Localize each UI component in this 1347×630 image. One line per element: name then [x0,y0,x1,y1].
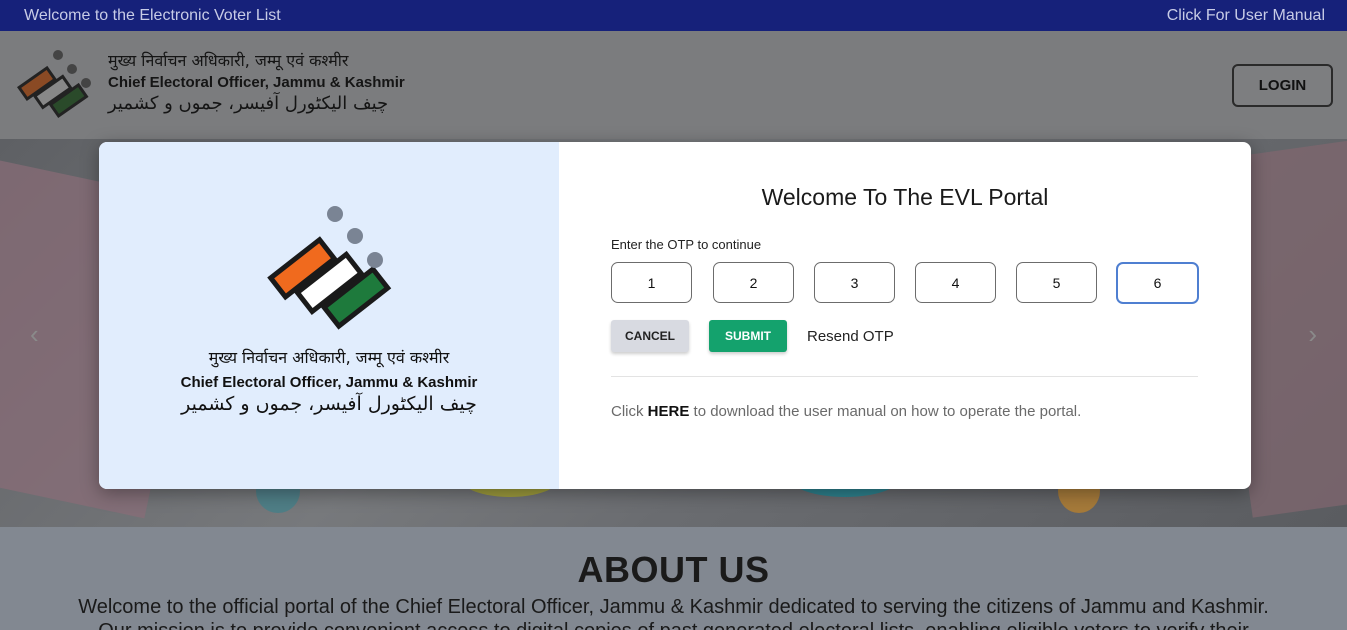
eci-logo-icon [261,202,401,337]
header-title-hindi: मुख्य निर्वाचन अधिकारी, जम्मू एवं कश्मीर [108,51,349,70]
manual-prefix: Click [611,403,644,420]
user-manual-link[interactable]: Click For User Manual [1167,7,1325,25]
otp-digit-input[interactable]: 4 [915,262,996,303]
about-text: Welcome to the official portal of the Ch… [78,596,1269,630]
login-button[interactable]: LOGIN [1232,64,1333,107]
manual-here-link[interactable]: HERE [648,403,690,420]
otp-digit-input[interactable]: 2 [713,262,794,303]
submit-button[interactable]: SUBMIT [709,320,787,352]
header-titles: मुख्य निर्वाचन अधिकारी, जम्मू एवं कश्मीर… [108,49,405,114]
about-section: ABOUT US Welcome to the official portal … [0,527,1347,630]
manual-suffix: to download the user manual on how to op… [693,403,1082,420]
modal-title: Welcome To The EVL Portal [761,184,1049,210]
header-title-urdu: چیف الیکٹورل آفیسر، جموں و کشمیر [108,93,389,114]
modal-title-english: Chief Electoral Officer, Jammu & Kashmir [180,374,478,391]
otp-modal: मुख्य निर्वाचन अधिकारी, जम्मू एवं कश्मीर… [99,142,1251,489]
modal-title-hindi: मुख्य निर्वाचन अधिकारी, जम्मू एवं कश्मीर [208,348,450,367]
otp-label: Enter the OTP to continue [611,237,762,252]
welcome-text: Welcome to the Electronic Voter List [24,7,281,24]
top-bar: Welcome to the Electronic Voter List Cli… [0,0,1347,31]
otp-digit-input[interactable]: 6 [1116,262,1199,304]
otp-form-panel: Welcome To The EVL Portal Enter the OTP … [559,142,1251,489]
carousel-prev-icon[interactable]: ‹ [30,319,39,350]
otp-digit-input[interactable]: 5 [1016,262,1097,303]
carousel-next-icon[interactable]: › [1308,319,1317,350]
about-heading: ABOUT US [577,549,770,590]
manual-download-text: Click HERE to download the user manual o… [611,403,1081,420]
header-title-english: Chief Electoral Officer, Jammu & Kashmir [108,74,405,91]
cancel-button[interactable]: CANCEL [611,320,689,352]
site-header: मुख्य निर्वाचन अधिकारी, जम्मू एवं कश्मीर… [0,31,1347,139]
divider [611,376,1198,377]
modal-title-urdu: چیف الیکٹورل آفیسر، جموں و کشمیر [181,393,477,415]
otp-digit-input[interactable]: 3 [814,262,895,303]
resend-otp-link[interactable]: Resend OTP [807,328,894,345]
eci-logo-icon [14,45,104,128]
otp-digit-input[interactable]: 1 [611,262,692,303]
modal-branding-text: मुख्य निर्वाचन अधिकारी, जम्मू एवं कश्मीर… [99,346,559,415]
modal-branding-panel: मुख्य निर्वाचन अधिकारी, जम्मू एवं कश्मीर… [99,142,559,489]
